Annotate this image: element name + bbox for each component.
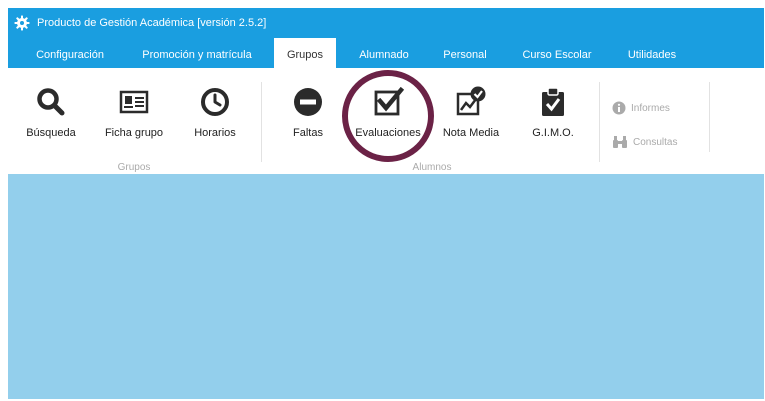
busqueda-label: Búsqueda — [26, 127, 76, 139]
minus-circle-icon — [294, 88, 322, 116]
group-separator — [261, 82, 262, 162]
group-separator — [599, 82, 600, 162]
ficha-grupo-button[interactable]: Ficha grupo — [100, 86, 168, 139]
ribbon-tab-bar: Configuración Promoción y matrícula Grup… — [8, 38, 764, 68]
consultas-label: Consultas — [633, 136, 678, 148]
horarios-label: Horarios — [194, 127, 236, 139]
tab-personal[interactable]: Personal — [432, 38, 498, 68]
faltas-label: Faltas — [293, 127, 323, 139]
info-icon — [612, 101, 626, 115]
gear-icon — [14, 15, 30, 31]
checkbox-icon — [374, 86, 404, 116]
search-icon — [37, 88, 65, 116]
gimo-label: G.I.M.O. — [532, 127, 574, 139]
group-label-grupos: Grupos — [117, 162, 151, 173]
ribbon-panel: Búsqueda Ficha grupo Horarios Grupos Fal… — [8, 68, 764, 174]
tab-utilidades[interactable]: Utilidades — [616, 38, 688, 68]
horarios-button[interactable]: Horarios — [188, 86, 242, 139]
tab-configuracion[interactable]: Configuración — [22, 38, 118, 68]
main-work-area — [8, 174, 764, 399]
group-separator — [709, 82, 710, 152]
tab-alumnado[interactable]: Alumnado — [348, 38, 420, 68]
clock-icon — [201, 88, 229, 116]
tab-promocion-matricula[interactable]: Promoción y matrícula — [130, 38, 264, 68]
app-window: Producto de Gestión Académica [versión 2… — [8, 8, 764, 399]
window-title: Producto de Gestión Académica [versión 2… — [37, 17, 267, 29]
ficha-grupo-label: Ficha grupo — [104, 127, 164, 139]
tab-grupos[interactable]: Grupos — [274, 38, 336, 68]
id-card-icon — [119, 90, 149, 114]
group-label-alumnos: Alumnos — [412, 162, 452, 173]
informes-button[interactable]: Informes — [612, 101, 670, 115]
busqueda-button[interactable]: Búsqueda — [20, 86, 82, 139]
chart-check-icon — [456, 86, 486, 116]
binoculars-icon — [613, 136, 627, 148]
title-bar: Producto de Gestión Académica [versión 2… — [8, 8, 764, 38]
faltas-button[interactable]: Faltas — [286, 86, 330, 139]
nota-media-label: Nota Media — [442, 127, 500, 139]
informes-label: Informes — [631, 102, 670, 114]
clipboard-check-icon — [542, 87, 564, 116]
evaluaciones-button[interactable]: Evaluaciones — [350, 86, 426, 139]
evaluaciones-label: Evaluaciones — [355, 127, 421, 139]
gimo-button[interactable]: G.I.M.O. — [524, 86, 582, 139]
consultas-button[interactable]: Consultas — [612, 135, 677, 149]
tab-curso-escolar[interactable]: Curso Escolar — [510, 38, 604, 68]
nota-media-button[interactable]: Nota Media — [438, 86, 504, 139]
